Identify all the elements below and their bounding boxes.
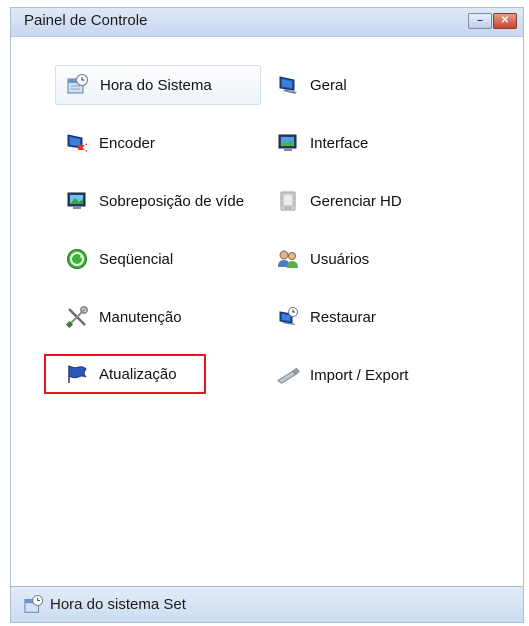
tools-icon <box>65 305 89 329</box>
item-restaurar[interactable]: Restaurar <box>276 297 446 337</box>
status-text: Hora do sistema Set <box>50 596 186 613</box>
calendar-clock-icon <box>66 73 90 97</box>
item-label: Atualização <box>99 365 177 383</box>
item-label: Interface <box>310 134 369 152</box>
monitor-icon <box>276 73 300 97</box>
window-controls: – ✕ <box>468 13 517 29</box>
item-gerenciar-hd[interactable]: Gerenciar HD <box>276 181 446 221</box>
minimize-icon: – <box>477 15 483 26</box>
item-label: Manutenção <box>99 308 182 326</box>
item-label: Seqüencial <box>99 250 174 268</box>
window-title: Painel de Controle <box>24 12 148 29</box>
users-icon <box>276 247 300 271</box>
item-label: Import / Export <box>310 366 409 384</box>
item-label: Gerenciar HD <box>310 192 402 210</box>
item-hora-do-sistema[interactable]: Hora do Sistema <box>55 65 261 105</box>
monitor-arrow-icon <box>65 131 89 155</box>
restore-icon <box>276 305 300 329</box>
item-import-export[interactable]: Import / Export <box>276 355 466 395</box>
item-label: Restaurar <box>310 308 376 326</box>
green-cycle-icon <box>65 247 89 271</box>
title-bar[interactable]: Painel de Controle – ✕ <box>11 8 523 37</box>
item-atualizacao[interactable]: Atualização <box>44 354 206 394</box>
calendar-clock-icon <box>24 594 46 616</box>
minimize-button[interactable]: – <box>468 13 492 29</box>
item-label: Encoder <box>99 134 155 152</box>
item-sobreposicao-de-video[interactable]: Sobreposição de víde <box>55 181 261 221</box>
close-button[interactable]: ✕ <box>493 13 517 29</box>
status-bar: Hora do sistema Set <box>11 586 523 622</box>
item-label: Usuários <box>310 250 370 268</box>
close-icon: ✕ <box>500 15 510 26</box>
item-usuarios[interactable]: Usuários <box>276 239 446 279</box>
flag-icon <box>65 362 89 386</box>
item-sequencial[interactable]: Seqüencial <box>55 239 261 279</box>
monitor-landscape-icon <box>276 131 300 155</box>
hard-disk-icon <box>276 189 300 213</box>
control-panel-window: Painel de Controle – ✕ Hora do Sistema G… <box>10 7 524 623</box>
item-label: Hora do Sistema <box>100 76 212 94</box>
monitor-overlay-icon <box>65 189 89 213</box>
item-encoder[interactable]: Encoder <box>55 123 261 163</box>
usb-drive-icon <box>276 363 300 387</box>
item-geral[interactable]: Geral <box>276 65 446 105</box>
item-label: Geral <box>310 76 347 94</box>
item-interface[interactable]: Interface <box>276 123 446 163</box>
item-label: Sobreposição de víde <box>99 192 245 210</box>
item-manutencao[interactable]: Manutenção <box>55 297 261 337</box>
control-panel-grid: Hora do Sistema Geral Encoder Interface <box>11 37 523 586</box>
